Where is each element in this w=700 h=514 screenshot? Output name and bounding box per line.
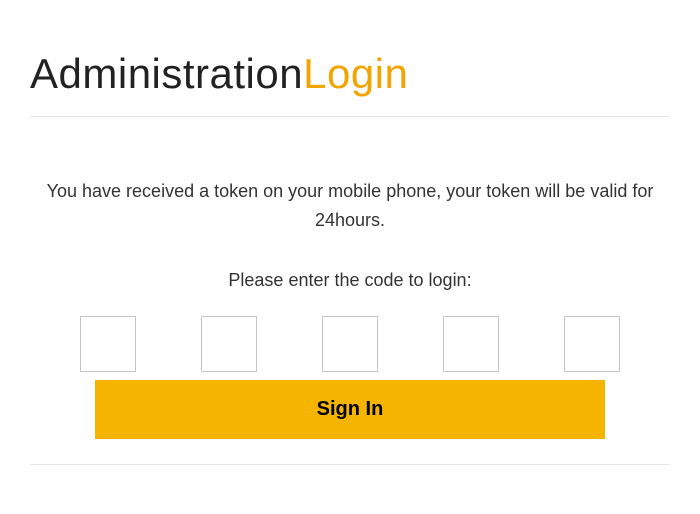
signin-button[interactable]: Sign In [95, 380, 605, 439]
code-input-4[interactable] [443, 316, 499, 372]
code-prompt-text: Please enter the code to login: [30, 270, 670, 291]
token-info-text: You have received a token on your mobile… [30, 177, 670, 235]
title-administration: Administration [30, 50, 303, 97]
code-input-5[interactable] [564, 316, 620, 372]
login-content: You have received a token on your mobile… [30, 177, 670, 465]
title-login: Login [303, 50, 408, 97]
code-input-3[interactable] [322, 316, 378, 372]
code-input-group [30, 316, 670, 372]
code-input-2[interactable] [201, 316, 257, 372]
code-input-1[interactable] [80, 316, 136, 372]
page-header: AdministrationLogin [30, 50, 670, 117]
page-title: AdministrationLogin [30, 50, 670, 98]
signin-wrapper: Sign In [30, 380, 670, 465]
